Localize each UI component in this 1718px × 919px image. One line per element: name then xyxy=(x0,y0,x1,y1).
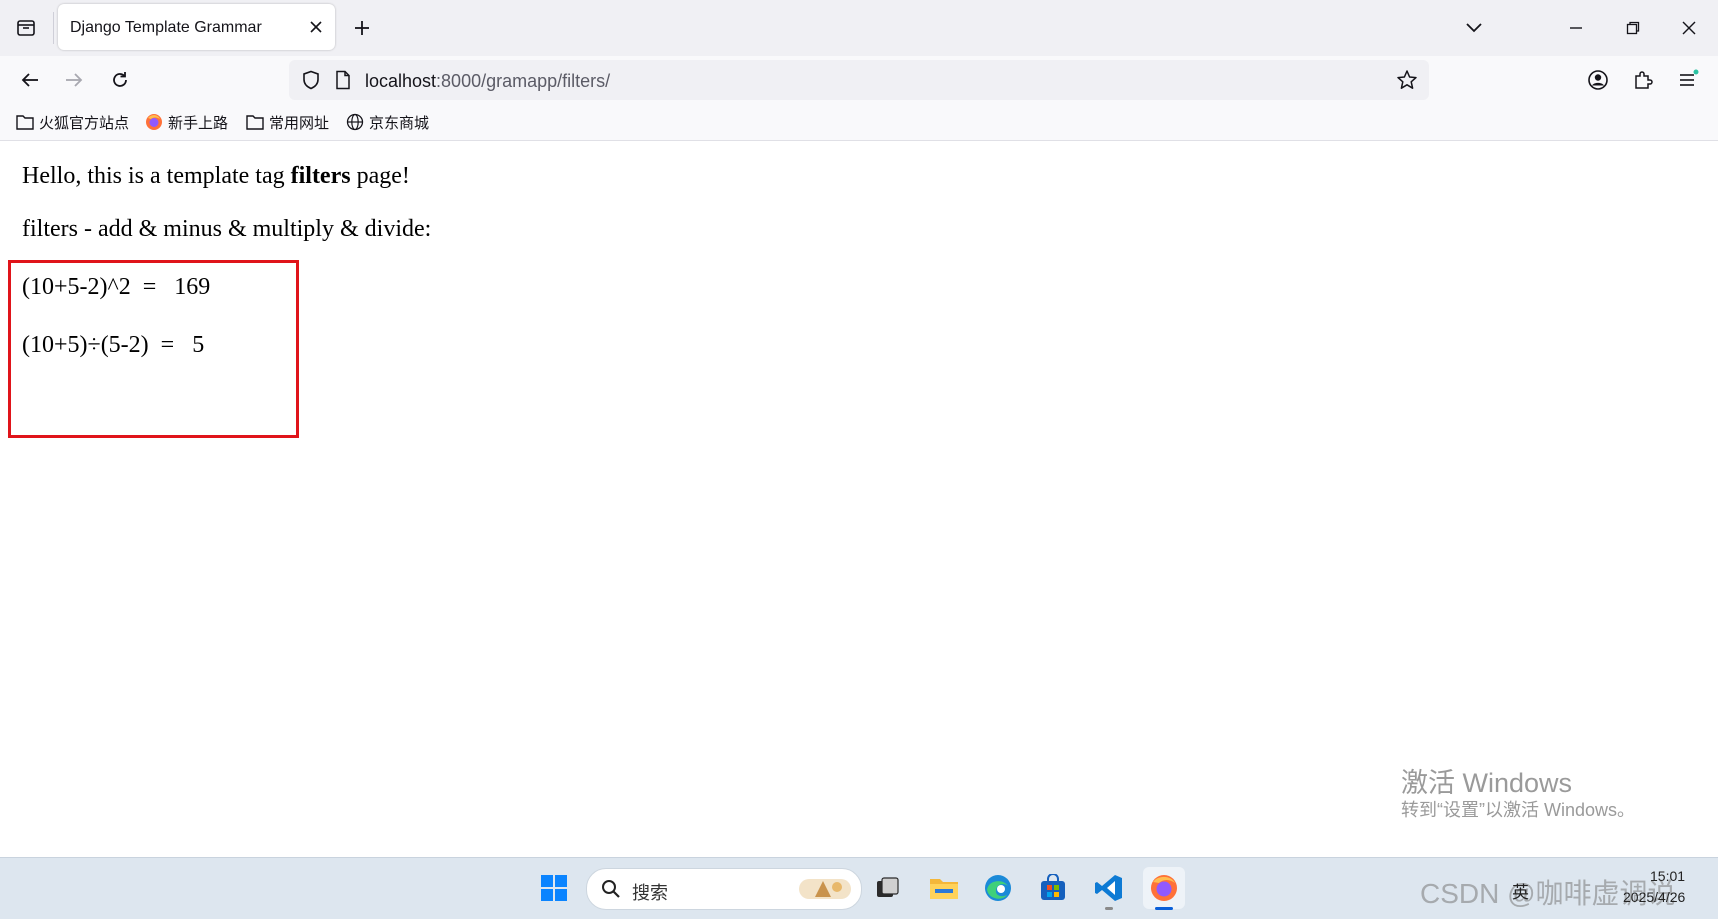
vscode-icon xyxy=(1095,875,1122,901)
running-indicator xyxy=(1105,907,1113,910)
windows-activation-subtitle: 转到“设置”以激活 Windows。 xyxy=(1401,800,1636,820)
back-button[interactable] xyxy=(14,64,46,96)
minimize-button[interactable] xyxy=(1556,8,1596,48)
start-button[interactable] xyxy=(533,867,575,909)
star-icon xyxy=(1397,70,1417,89)
globe-icon xyxy=(346,113,364,131)
bookmark-label: 新手上路 xyxy=(168,114,229,132)
firefox-view-button[interactable] xyxy=(8,10,44,46)
list-all-tabs-button[interactable] xyxy=(1460,14,1488,42)
page-content: Hello, this is a template tag filters pa… xyxy=(0,141,1718,857)
input-language-indicator[interactable]: 英 xyxy=(1512,878,1529,903)
app-menu-button[interactable] xyxy=(1672,64,1704,96)
tracking-protection-shield-icon[interactable] xyxy=(299,68,323,92)
firefox-icon xyxy=(146,114,162,130)
filters-subtitle: filters - add & minus & multiply & divid… xyxy=(22,216,432,242)
url-host: localhost xyxy=(365,71,437,91)
bookmark-item[interactable]: 火狐官方站点 xyxy=(16,111,129,133)
url-bar[interactable]: localhost:8000/gramapp/filters/ xyxy=(289,60,1429,100)
result-line-1: (10+5-2)^2 = 169 xyxy=(22,274,211,300)
search-placeholder: 搜索 xyxy=(632,883,668,903)
hamburger-menu-icon xyxy=(1680,69,1699,86)
close-icon xyxy=(310,21,322,33)
close-window-button[interactable] xyxy=(1669,8,1709,48)
chevron-down-icon xyxy=(1466,23,1482,33)
windows-taskbar: 搜索 CSDN @咖啡虚调说 英 15:01 2025/4/26 xyxy=(0,857,1718,919)
firefox-icon xyxy=(1151,875,1177,901)
edge-browser-button[interactable] xyxy=(977,867,1019,909)
bookmarks-toolbar: 火狐官方站点 新手上路 常用网址 京东商城 xyxy=(0,104,1718,141)
navigation-toolbar: localhost:8000/gramapp/filters/ xyxy=(0,56,1718,104)
url-path: :8000/gramapp/filters/ xyxy=(436,71,611,91)
firefox-taskbar-button[interactable] xyxy=(1143,867,1185,910)
restore-icon xyxy=(1626,21,1640,35)
tab-title: Django Template Grammar xyxy=(70,19,262,36)
microsoft-store-button[interactable] xyxy=(1032,867,1074,909)
search-highlight-icon xyxy=(799,879,851,899)
tab-strip: Django Template Grammar xyxy=(0,0,1718,56)
bookmark-item[interactable]: 京东商城 xyxy=(346,111,429,133)
bookmark-item[interactable]: 常用网址 xyxy=(246,111,329,133)
tab-close-button[interactable] xyxy=(305,16,327,38)
intro-paragraph: Hello, this is a template tag filters pa… xyxy=(22,163,410,190)
task-view-button[interactable] xyxy=(866,867,908,909)
active-indicator xyxy=(1155,907,1173,910)
intro-end-text: page! xyxy=(350,163,410,189)
folder-icon xyxy=(930,879,958,899)
new-tab-button[interactable] xyxy=(348,14,376,42)
clock-time[interactable]: 15:01 xyxy=(1650,868,1685,884)
bookmark-star-button[interactable] xyxy=(1395,68,1419,92)
firefox-view-icon xyxy=(17,20,35,36)
folder-icon xyxy=(16,115,34,130)
bookmark-label: 常用网址 xyxy=(269,114,330,132)
url-text[interactable]: localhost:8000/gramapp/filters/ xyxy=(365,71,610,92)
account-button[interactable] xyxy=(1582,64,1614,96)
result-line-2: (10+5)÷(5-2) = 5 xyxy=(22,332,205,358)
plus-icon xyxy=(355,21,369,35)
extensions-button[interactable] xyxy=(1627,64,1659,96)
windows-logo-icon xyxy=(541,875,567,901)
intro-bold-text: filters xyxy=(290,163,351,189)
folder-icon xyxy=(246,115,264,130)
clock-date[interactable]: 2025/4/26 xyxy=(1623,889,1685,905)
tab-separator xyxy=(53,12,54,44)
bookmark-label: 火狐官方站点 xyxy=(39,114,130,132)
taskbar-search-box[interactable]: 搜索 xyxy=(586,868,862,910)
arrow-left-icon xyxy=(21,73,38,87)
minimize-icon xyxy=(1570,27,1582,29)
active-tab[interactable]: Django Template Grammar xyxy=(58,4,335,50)
close-icon xyxy=(1682,21,1696,35)
restore-button[interactable] xyxy=(1613,8,1653,48)
store-icon xyxy=(1041,874,1065,900)
intro-text: Hello, this is a template tag xyxy=(22,163,291,189)
bookmark-item[interactable]: 新手上路 xyxy=(145,111,228,133)
bookmark-label: 京东商城 xyxy=(369,114,430,132)
edge-icon xyxy=(985,875,1011,901)
page-info-icon[interactable] xyxy=(331,68,355,92)
reload-button[interactable] xyxy=(104,64,136,96)
arrow-right-icon xyxy=(66,73,83,87)
file-explorer-button[interactable] xyxy=(923,867,965,909)
vscode-button[interactable] xyxy=(1088,867,1130,910)
search-icon xyxy=(602,880,620,898)
reload-icon xyxy=(113,72,127,87)
forward-button[interactable] xyxy=(58,64,90,96)
account-icon xyxy=(1588,70,1608,90)
puzzle-icon xyxy=(1635,71,1653,89)
windows-activation-title: 激活 Windows xyxy=(1401,768,1573,798)
task-view-icon xyxy=(877,877,899,897)
